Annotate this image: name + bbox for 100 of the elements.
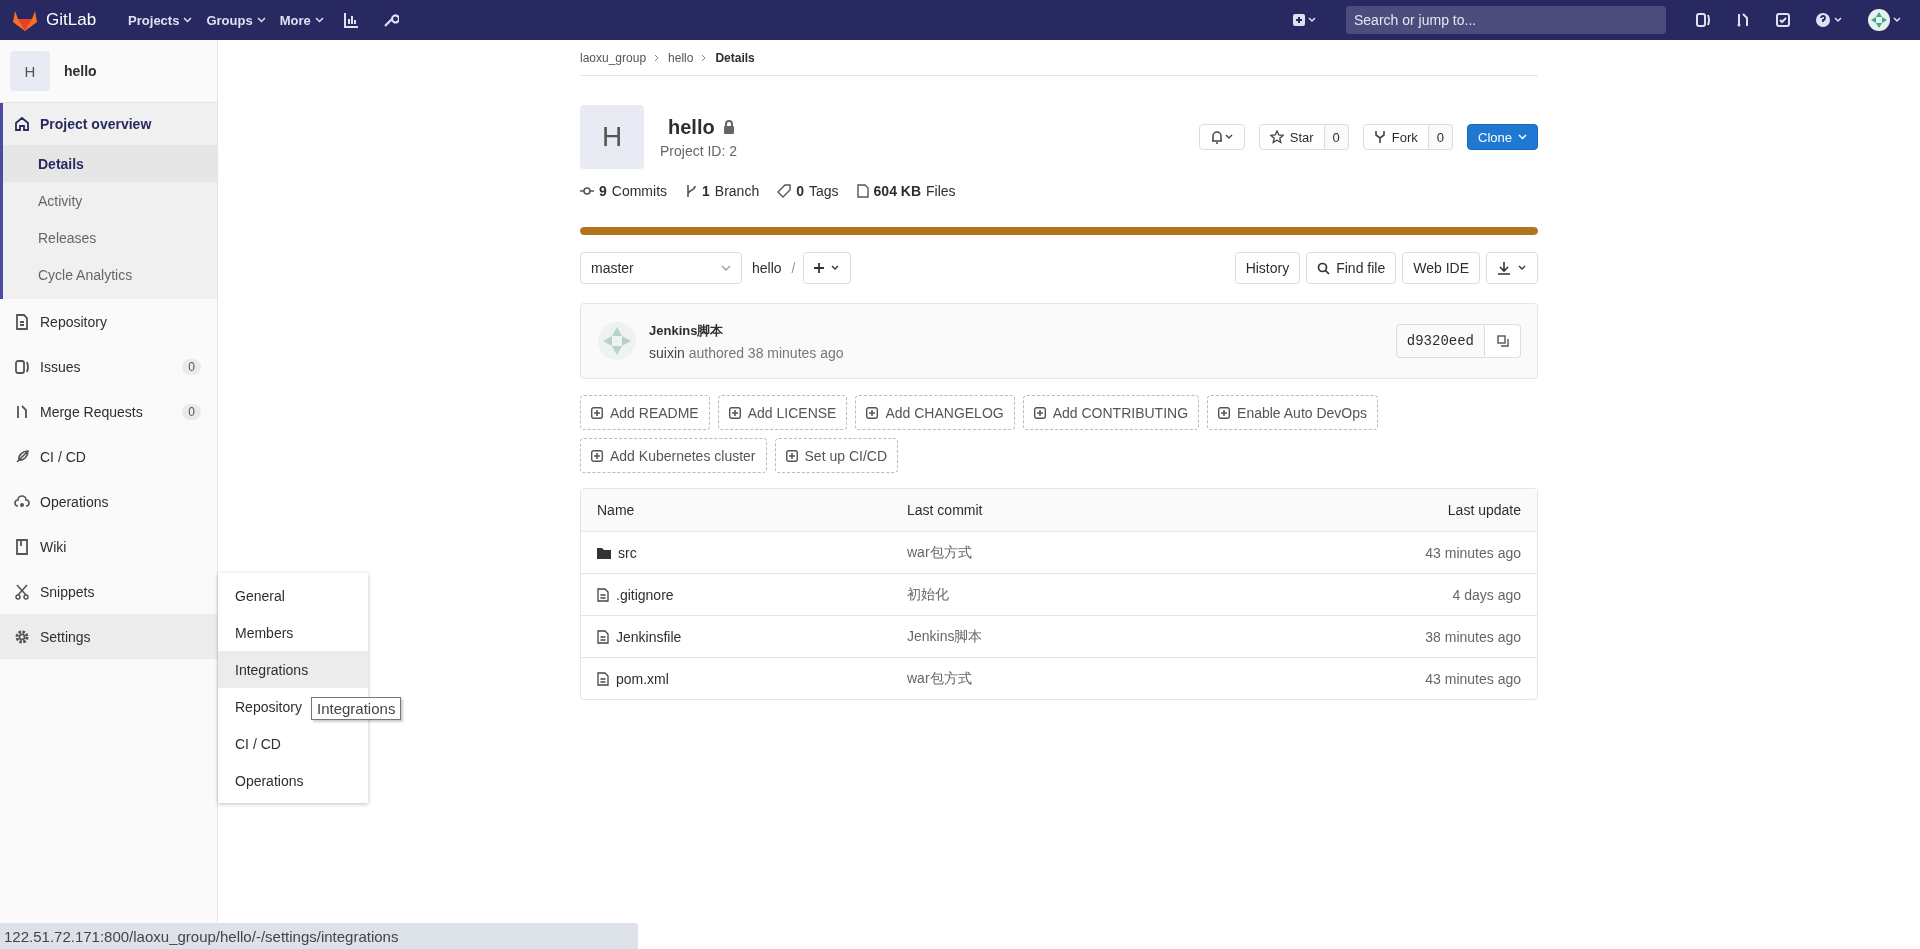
chevron-right-icon [654,53,661,62]
stat-link[interactable]: 604 KB Files [856,183,956,199]
sidebar-item[interactable]: Project overview [3,103,217,145]
column-header: Last update [1447,502,1521,518]
file-icon [597,671,609,686]
project-title: hello [668,115,715,139]
sidebar-item-label: CI / CD [40,448,87,465]
plus-square-icon [728,406,741,419]
sidebar-item[interactable]: Merge Requests 0 [0,389,217,434]
download-dropdown[interactable] [1486,252,1538,284]
search-field[interactable]: Search or jump to... [1346,6,1666,34]
plus-icon[interactable] [1293,13,1317,27]
sidebar-item[interactable]: Issues 0 [0,344,217,389]
user-avatar-icon[interactable] [1867,8,1903,32]
stat-link[interactable]: 1 Branch [685,183,760,199]
sidebar-item[interactable]: Repository [0,299,217,344]
sidebar-item-label: Repository [40,313,108,330]
quick-action-button[interactable]: Add CONTRIBUTING [1022,395,1200,430]
branch-icon [685,184,698,198]
flyout-menu-item[interactable]: General [218,577,368,614]
tooltip: Integrations [311,697,402,720]
path-separator: / [791,260,796,276]
sidebar-subitem[interactable]: Releases [3,219,217,256]
stat-link[interactable]: 9 Commits [580,183,668,199]
quick-action-button[interactable]: Add CHANGELOG [855,395,1015,430]
column-header: Last commit [907,502,984,518]
add-dropdown[interactable] [803,252,852,284]
wrench-icon[interactable] [382,12,399,28]
sidebar-item[interactable]: Wiki [0,524,217,569]
plus-square-icon [591,449,603,462]
brand-name[interactable]: GitLab [46,10,97,30]
file-link[interactable]: pom.xml [597,670,907,687]
issues-icon[interactable] [1695,12,1711,28]
quick-action-button[interactable]: Add Kubernetes cluster [580,438,767,473]
sidebar-item[interactable]: Settings [0,614,217,659]
path-link[interactable]: hello [752,260,782,276]
sidebar-item[interactable]: Snippets [0,569,217,614]
fork-count[interactable]: 0 [1428,124,1454,150]
chart-icon[interactable] [342,12,359,28]
stat-link[interactable]: 0 Tags [777,183,839,199]
browser-status-bar: 122.51.72.171:800/laoxu_group/hello/-/settings/integrations [0,923,638,949]
quick-action-button[interactable]: Add LICENSE [717,395,848,430]
find-file-button[interactable]: Find file [1306,252,1397,284]
file-link[interactable]: .gitignore [597,586,907,603]
commit-message-link[interactable]: 初始化 [907,585,1453,604]
project-avatar[interactable]: H [10,51,50,91]
commit-sha[interactable]: d9320eed [1395,324,1485,358]
todo-icon[interactable] [1775,12,1791,28]
copy-button[interactable] [1485,324,1521,358]
flyout-menu-item[interactable]: Members [218,614,368,651]
flyout-menu-item[interactable]: Integrations [218,651,368,688]
issues-icon [14,358,30,375]
sidebar-item[interactable]: Operations [0,479,217,524]
help-icon[interactable] [1815,12,1843,28]
nav-dropdown[interactable]: Projects [128,12,193,28]
document-icon [14,313,30,330]
caret-icon [314,17,324,23]
folder-icon [597,546,611,559]
commit-title[interactable]: Jenkins脚本 [649,321,844,340]
branch-dropdown[interactable]: master [580,252,742,284]
plus-square-icon [785,449,798,462]
sidebar-item[interactable]: CI / CD [0,434,217,479]
commit-message-link[interactable]: Jenkins脚本 [907,627,1426,646]
sidebar-subitem[interactable]: Activity [3,182,217,219]
file-link[interactable]: Jenkinsfile [597,628,907,645]
project-name[interactable]: hello [64,63,97,79]
author-link[interactable]: suixin [649,344,685,361]
home-icon [14,116,30,132]
quick-action-button[interactable]: Add README [580,395,710,430]
commit-message-link[interactable]: war包方式 [907,543,1426,562]
nav-dropdown[interactable]: Groups [206,12,266,28]
sidebar-item-label: Issues [40,358,82,375]
table-cell: 43 minutes ago [1425,544,1521,561]
sidebar-subitem[interactable]: Cycle Analytics [3,256,217,293]
fork-button[interactable]: Fork [1362,124,1429,150]
sidebar-item-label: Operations [40,493,110,510]
quick-action-button[interactable]: Set up CI/CD [774,438,898,473]
caret-icon [256,17,266,23]
breadcrumb-link[interactable]: hello [668,50,694,65]
sidebar-subitem[interactable]: Details [3,145,217,182]
plus-square-icon [1218,406,1231,419]
commit-message-link[interactable]: war包方式 [907,669,1426,688]
table-cell: 43 minutes ago [1425,670,1521,687]
toolbar-button[interactable]: History [1234,252,1301,284]
table-cell: 38 minutes ago [1425,628,1521,645]
star-button[interactable]: Star [1258,124,1325,150]
notification-dropdown[interactable] [1198,124,1245,150]
flyout-menu-item[interactable]: Operations [218,762,368,799]
breadcrumb-link[interactable]: Details [715,50,755,65]
star-count[interactable]: 0 [1324,124,1349,150]
nav-dropdown[interactable]: More [279,12,324,28]
flyout-menu-item[interactable]: CI / CD [218,725,368,762]
quick-action-button[interactable]: Enable Auto DevOps [1207,395,1379,430]
clone-button[interactable]: Clone [1467,124,1538,150]
sidebar-item-label: Snippets [40,583,96,600]
toolbar-button[interactable]: Web IDE [1402,252,1480,284]
merge-request-icon[interactable] [1735,12,1751,28]
file-link[interactable]: src [597,544,907,561]
star-icon [1269,130,1284,144]
breadcrumb-link[interactable]: laoxu_group [580,50,647,65]
